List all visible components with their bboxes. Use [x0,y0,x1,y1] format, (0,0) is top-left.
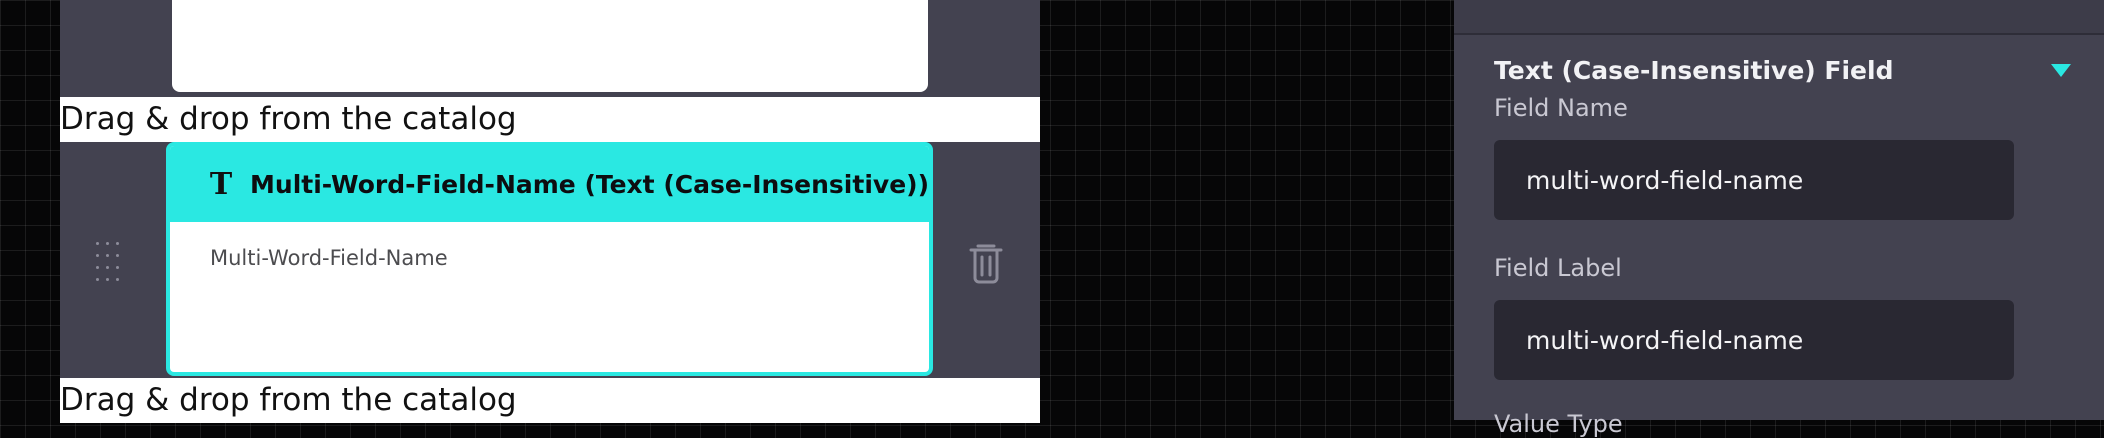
previous-field-slot [60,0,1040,97]
drop-zone[interactable]: Drag & drop from the catalog [60,97,1040,142]
field-name-label: Field Name [1494,94,1628,122]
caret-down-icon[interactable] [2051,64,2071,77]
drop-zone[interactable]: Drag & drop from the catalog [60,378,1040,423]
field-card-header: T Multi-Word-Field-Name (Text (Case-Inse… [170,146,929,222]
field-card-title: Multi-Word-Field-Name (Text (Case-Insens… [250,169,929,199]
properties-panel: Text (Case-Insensitive) Field Field Name… [1454,0,2104,438]
field-preview-label: Multi-Word-Field-Name [210,246,448,270]
trash-icon[interactable] [966,240,1006,284]
text-type-icon: T [209,166,233,202]
section-title: Text (Case-Insensitive) Field [1494,56,1894,85]
field-name-input[interactable] [1494,140,2014,220]
drop-zone-text: Drag & drop from the catalog [60,382,517,418]
drag-handle-icon[interactable] [96,242,126,282]
field-label-input[interactable] [1494,300,2014,380]
value-type-label: Value Type [1494,410,1623,438]
drop-zone-text: Drag & drop from the catalog [60,101,517,137]
form-canvas: Drag & drop from the catalog T Multi-Wor… [60,0,1040,423]
previous-field-card[interactable] [172,0,928,92]
panel-top-bar [1454,0,2104,35]
selected-field-card[interactable]: T Multi-Word-Field-Name (Text (Case-Inse… [166,142,933,376]
field-label-label: Field Label [1494,254,1622,282]
